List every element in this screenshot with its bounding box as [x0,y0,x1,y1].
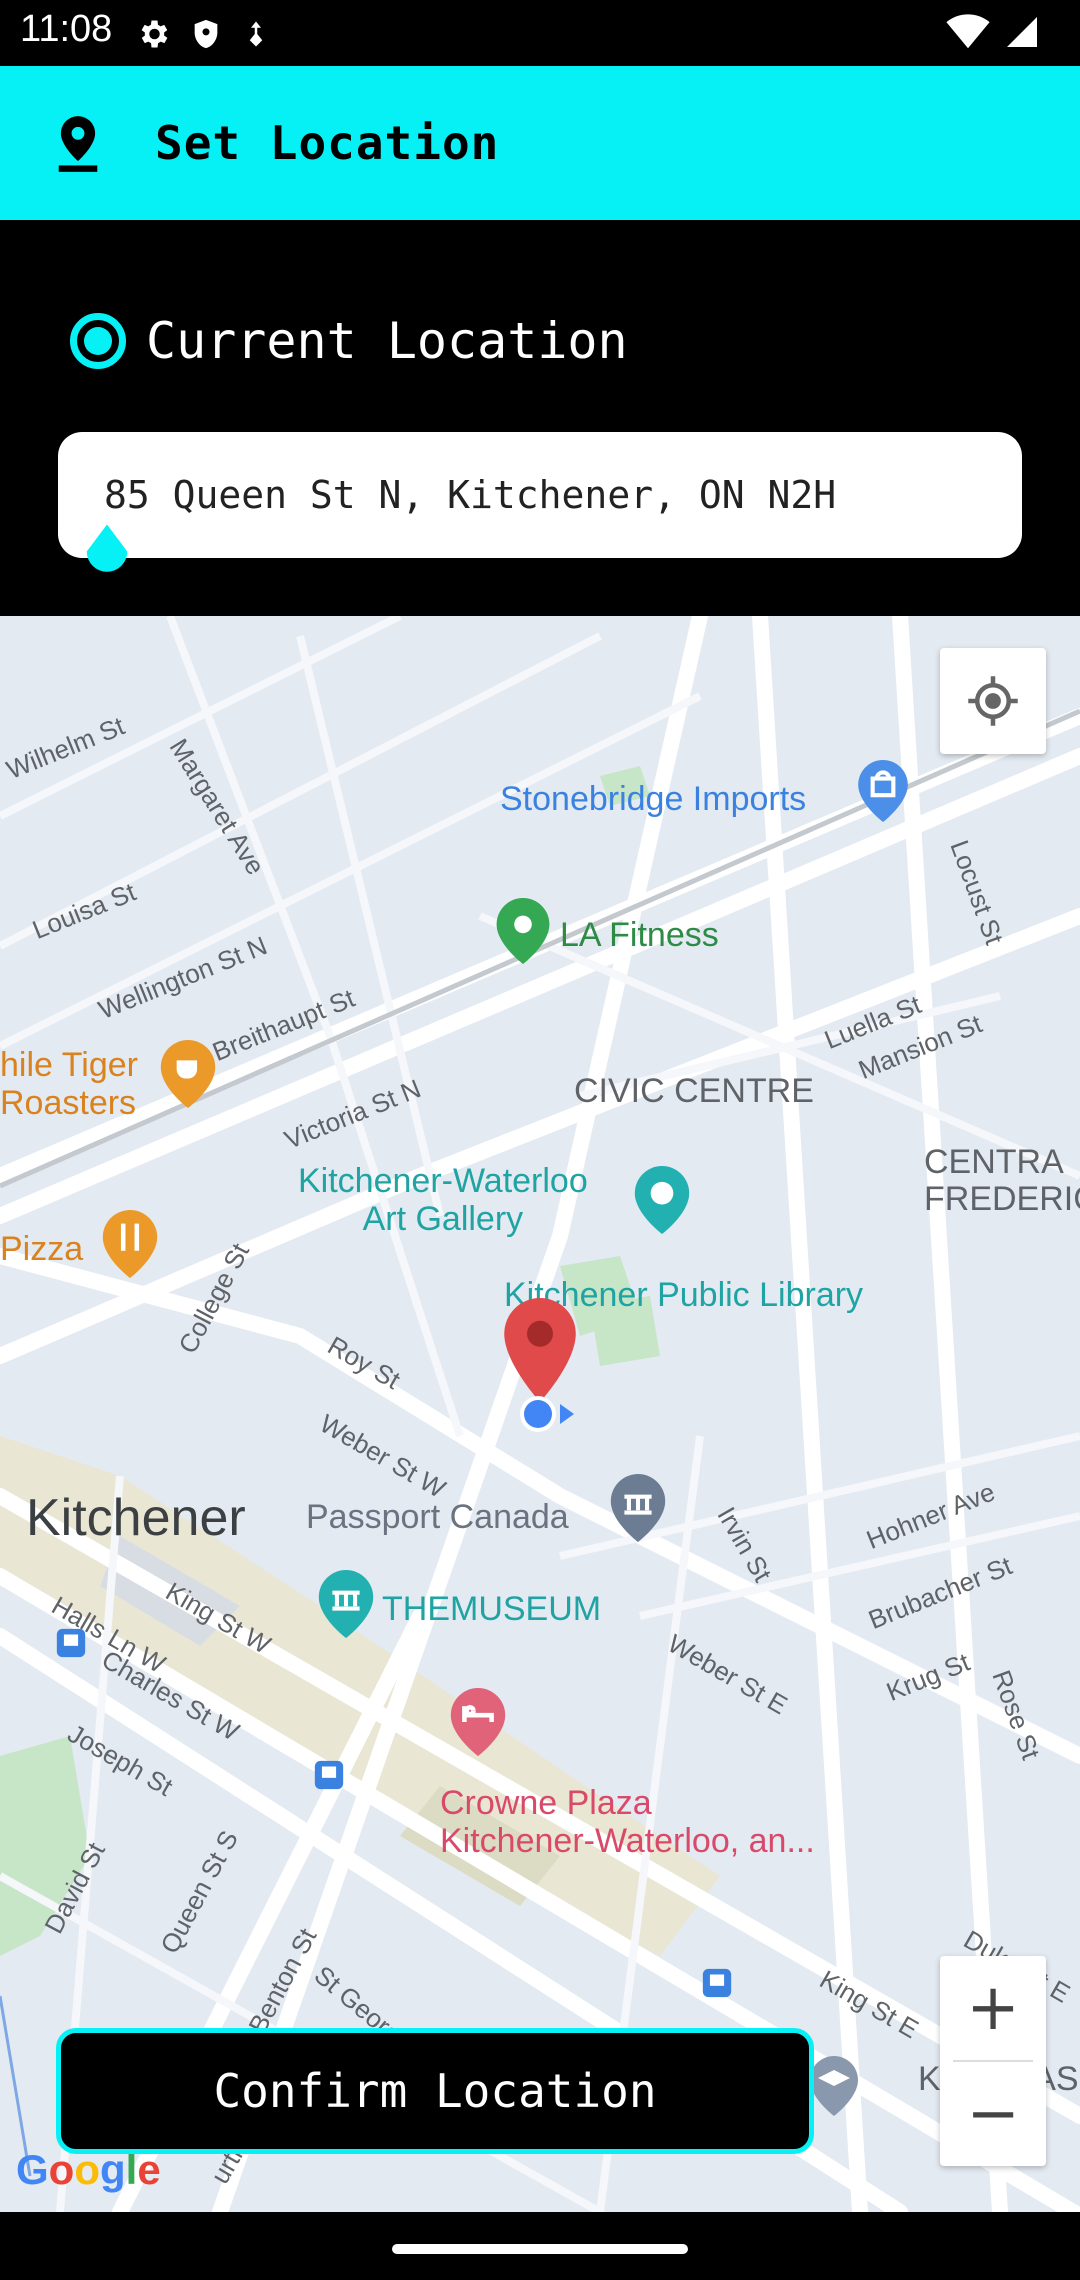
zoom-out-button[interactable]: − [940,2062,1046,2166]
museum-pin-icon[interactable] [634,1166,690,1234]
poi-label[interactable]: Stonebridge Imports [500,780,806,818]
status-bar: 11:08 [0,0,1080,66]
navigation-bar [0,2212,1080,2280]
current-position-dot [520,1396,574,1432]
current-location-label: Current Location [146,312,628,370]
poi-label[interactable]: Pizza [0,1230,83,1268]
signal-icon [1007,17,1037,47]
map-view[interactable]: Wilhelm St Margaret Ave Louisa St Wellin… [0,616,1080,2212]
poi-label[interactable]: Passport Canada [306,1498,569,1536]
location-sharing-icon [249,21,263,47]
address-input[interactable] [58,432,1022,558]
location-controls: Current Location [0,220,1080,616]
current-location-radio[interactable] [70,313,126,369]
status-time: 11:08 [20,8,113,50]
area-label: CIVIC CENTRE [574,1072,814,1110]
confirm-location-button[interactable]: Confirm Location [56,2028,814,2154]
poi-label[interactable]: Kitchener-Waterloo Art Gallery [298,1162,588,1238]
zoom-controls: + − [940,1956,1046,2166]
current-location-option[interactable]: Current Location [70,312,628,370]
transit-icon [56,1628,86,1658]
poi-label[interactable]: hile Tiger Roasters [0,1046,138,1122]
cafe-pin-icon[interactable] [160,1040,216,1108]
museum-pin-icon[interactable] [318,1570,374,1638]
city-label: Kitchener [26,1489,246,1547]
status-icons-left [135,16,271,52]
my-location-button[interactable] [940,648,1046,754]
radio-selected-dot [84,327,112,355]
home-gesture-handle[interactable] [392,2244,688,2254]
transit-icon [314,1760,344,1790]
location-pin-icon [58,116,98,172]
shopping-bag-icon[interactable] [858,760,908,822]
poi-label[interactable]: LA Fitness [560,916,719,954]
shield-icon [194,19,218,49]
poi-label[interactable]: THEMUSEUM [382,1590,601,1628]
restaurant-pin-icon[interactable] [102,1210,158,1278]
zoom-in-button[interactable]: + [940,1956,1046,2060]
poi-label[interactable]: Crowne Plaza Kitchener-Waterloo, an... [440,1784,815,1860]
fitness-pin-icon[interactable] [496,898,550,964]
transit-icon [702,1968,732,1998]
crosshair-icon [968,676,1018,726]
hotel-pin-icon[interactable] [450,1688,506,1756]
wifi-icon [946,14,990,49]
government-pin-icon[interactable] [610,1474,666,1542]
status-icons-right [946,14,1040,50]
gear-icon [141,20,168,48]
selected-location-marker [504,1298,576,1402]
text-cursor-handle[interactable] [80,524,134,588]
app-header: Set Location [0,66,1080,220]
area-label: CENTRA FREDERIC [924,1143,1080,1219]
school-pin-icon[interactable] [808,2056,860,2116]
page-title: Set Location [155,116,500,170]
